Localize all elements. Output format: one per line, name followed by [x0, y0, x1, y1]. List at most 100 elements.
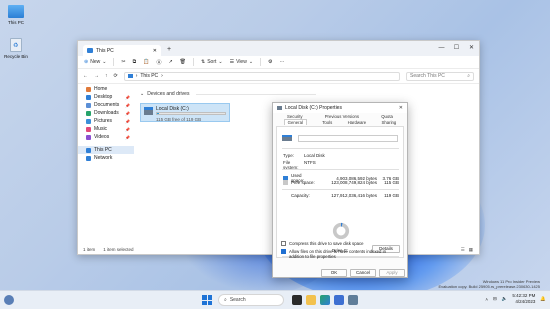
item-count: 1 item — [83, 247, 96, 252]
selected-count: 1 item selected — [103, 247, 134, 252]
sort-button[interactable]: ⇅ Sort ⌄ — [201, 59, 223, 65]
group-header[interactable]: ⌄ Devices and drives — [140, 91, 479, 97]
new-button-label: New — [90, 59, 101, 65]
compress-checkbox-row[interactable]: Compress this drive to save disk space — [281, 241, 401, 246]
search-input[interactable]: Search This PC ⌕ — [406, 71, 474, 81]
back-arrow-icon[interactable]: ← — [83, 73, 88, 79]
index-checkbox[interactable] — [281, 249, 286, 254]
sidebar-item-network[interactable]: Network — [78, 154, 134, 162]
capacity-gb: 119 GB — [384, 193, 399, 198]
volume-icon[interactable]: 🔈 — [502, 296, 508, 302]
share-icon[interactable]: ↗ — [168, 59, 172, 65]
divider — [282, 169, 399, 170]
tab-security[interactable]: Security — [287, 114, 303, 119]
close-button[interactable]: ✕ — [464, 41, 479, 56]
search-box-text: Search This PC — [410, 73, 445, 79]
pin-icon[interactable]: 📌 — [125, 111, 130, 116]
start-button[interactable] — [202, 295, 212, 305]
recycle-bin-icon: ♻ — [10, 38, 22, 52]
tab-tools[interactable]: Tools — [322, 120, 332, 125]
drive-usage-bar — [156, 112, 226, 115]
compress-checkbox[interactable] — [281, 241, 286, 246]
edge-browser-icon[interactable] — [320, 295, 330, 305]
ok-button[interactable]: OK — [321, 269, 347, 277]
desktop-icon-recycle-bin[interactable]: ♻ Recycle Bin — [2, 38, 30, 59]
type-label: Type: — [283, 153, 295, 158]
tab-hardware[interactable]: Hardware — [348, 120, 367, 125]
sidebar-item-pictures[interactable]: Pictures 📌 — [78, 117, 134, 125]
sidebar-item-label: Documents — [94, 102, 120, 108]
sidebar-item-this-pc[interactable]: This PC — [78, 146, 134, 154]
free-space-label: Free space: — [291, 180, 315, 185]
clock[interactable]: 5:42:32 PM 4/24/2023 — [512, 293, 535, 305]
tab-sharing[interactable]: Sharing — [382, 120, 397, 125]
apply-button[interactable]: Apply — [379, 269, 405, 277]
minimize-button[interactable]: — — [434, 41, 449, 56]
properties-icon[interactable]: ⚙ — [268, 59, 272, 65]
index-checkbox-label: Allow files on this drive to have conten… — [289, 249, 386, 259]
network-icon[interactable]: ⊟ — [493, 296, 497, 302]
donut-free-segment — [332, 222, 350, 240]
navigation-pane: Home Desktop 📌 Documents 📌 Downloads 📌 Pictures… — [78, 85, 134, 245]
more-options-button[interactable]: ··· — [280, 59, 285, 65]
drive-free-space: 115 GB free of 119 GB — [156, 116, 202, 122]
pin-icon[interactable]: 📌 — [125, 119, 130, 124]
tab-general[interactable]: General — [283, 119, 307, 125]
pictures-icon — [86, 118, 91, 124]
task-view-icon[interactable] — [292, 295, 302, 305]
desktop-icon — [86, 94, 91, 100]
desktop-icon-this-pc[interactable]: This PC — [2, 5, 30, 25]
sidebar-item-downloads[interactable]: Downloads 📌 — [78, 109, 134, 117]
chevron-up-icon[interactable]: ˄ — [485, 297, 488, 302]
pin-icon[interactable]: 📌 — [125, 135, 130, 140]
paste-icon[interactable]: 📋 — [143, 59, 149, 65]
maximize-button[interactable]: ☐ — [449, 41, 464, 56]
divider — [113, 58, 115, 66]
notification-icon[interactable]: 🔔 — [540, 296, 546, 302]
chevron-down-icon: ⌄ — [102, 59, 107, 65]
address-bar[interactable]: › This PC › — [123, 71, 400, 81]
widgets-icon[interactable] — [4, 295, 14, 305]
refresh-icon[interactable]: ⟳ — [114, 73, 118, 79]
drive-properties-taskbar-icon[interactable] — [348, 295, 358, 305]
drive-item-c[interactable]: Local Disk (C:) 115 GB free of 119 GB — [140, 103, 230, 122]
free-space-row: Free space: 123,008,749,824 bytes 115 GB — [283, 180, 401, 185]
pin-icon[interactable]: 📌 — [125, 127, 130, 132]
divider — [282, 189, 399, 190]
close-dialog-icon[interactable]: ✕ — [399, 105, 403, 111]
chevron-down-icon: ⌄ — [140, 91, 145, 97]
volume-label-input[interactable] — [298, 135, 398, 142]
view-button[interactable]: ☰ View ⌄ — [230, 59, 253, 65]
index-checkbox-row[interactable]: Allow files on this drive to have conten… — [281, 249, 401, 259]
taskbar-search[interactable]: ⌕ Search — [218, 294, 284, 306]
cancel-button[interactable]: Cancel — [350, 269, 376, 277]
chevron-right-icon: › — [161, 73, 163, 79]
sidebar-item-home[interactable]: Home — [78, 85, 134, 93]
copy-icon[interactable]: ⧉ — [133, 59, 137, 65]
pin-icon[interactable]: 📌 — [125, 103, 130, 108]
tiles-view-icon[interactable]: ▦ — [469, 247, 473, 253]
new-button[interactable]: ⊕ New ⌄ — [84, 59, 106, 65]
close-tab-icon[interactable]: ✕ — [153, 48, 157, 54]
rename-icon[interactable]: Ⓐ — [156, 59, 161, 66]
file-explorer-taskbar-icon[interactable] — [306, 295, 316, 305]
windows-logo-tile — [207, 295, 212, 300]
details-view-icon[interactable]: ☰ — [461, 247, 465, 253]
up-arrow-icon[interactable]: ↑ — [105, 73, 108, 79]
tab-this-pc[interactable]: This PC ✕ — [83, 45, 161, 56]
store-icon[interactable] — [334, 295, 344, 305]
new-tab-button[interactable]: + — [167, 46, 171, 53]
sidebar-item-music[interactable]: Music 📌 — [78, 125, 134, 133]
forward-arrow-icon[interactable]: → — [94, 73, 99, 79]
cut-icon[interactable]: ✂ — [121, 59, 125, 65]
sidebar-item-videos[interactable]: Videos 📌 — [78, 133, 134, 141]
downloads-icon — [86, 110, 91, 116]
pin-icon[interactable]: 📌 — [125, 95, 130, 100]
sidebar-item-documents[interactable]: Documents 📌 — [78, 101, 134, 109]
chevron-down-icon: ⌄ — [248, 59, 254, 65]
tab-quota[interactable]: Quota — [381, 114, 393, 119]
sidebar-item-desktop[interactable]: Desktop 📌 — [78, 93, 134, 101]
delete-icon[interactable]: 🗑 — [180, 59, 186, 65]
tab-previous-versions[interactable]: Previous Versions — [325, 114, 359, 119]
view-button-label: View — [236, 59, 247, 65]
